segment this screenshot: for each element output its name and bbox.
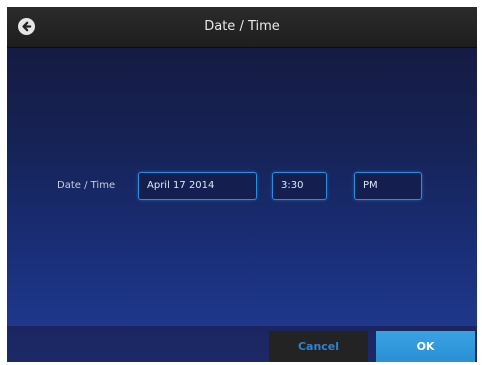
back-arrow-icon xyxy=(22,21,32,32)
back-button[interactable] xyxy=(18,18,35,35)
page-title: Date / Time xyxy=(204,19,280,34)
cancel-button[interactable]: Cancel xyxy=(269,331,368,362)
date-time-screen: Date / Time Date / Time April 17 2014 3:… xyxy=(7,7,477,362)
date-field[interactable]: April 17 2014 xyxy=(138,172,257,200)
time-field[interactable]: 3:30 xyxy=(272,172,327,200)
title-bar: Date / Time xyxy=(7,7,477,48)
ok-button[interactable]: OK xyxy=(376,331,475,362)
date-time-label: Date / Time xyxy=(57,180,116,191)
am-pm-field[interactable]: PM xyxy=(354,172,422,200)
